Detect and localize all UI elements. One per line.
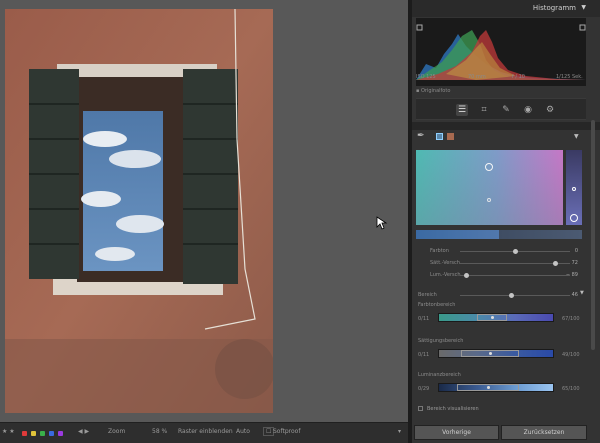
bottom-toolbar: ★ ★ ◀ ▶ Zoom 58 % Raster einblenden Auto… [0, 422, 408, 443]
range-low-value: 0/11 [418, 352, 430, 358]
range-bar[interactable] [438, 313, 554, 322]
lum-handle-small[interactable] [572, 187, 576, 191]
color-mask-menu-icon[interactable]: ▼ [574, 133, 579, 140]
range-low-value: 0/11 [418, 316, 430, 322]
toolbar-menu-icon[interactable]: ▾ [398, 428, 401, 435]
slider-track[interactable] [460, 275, 570, 276]
rating-stars[interactable]: ★ ★ [2, 428, 15, 435]
grid-value[interactable]: Auto [236, 428, 250, 435]
range-center-handle[interactable] [491, 316, 494, 319]
slider-value[interactable]: 72 [558, 260, 578, 266]
color-range-field[interactable] [416, 150, 563, 225]
color-label-swatch[interactable] [49, 431, 54, 436]
original-photo-toggle[interactable]: ▪ Originalfoto [416, 88, 450, 94]
range-center-handle[interactable] [489, 352, 492, 355]
original-photo-checkbox-icon[interactable]: ▪ [416, 88, 419, 94]
redeye-icon[interactable]: ◉ [522, 104, 534, 116]
luminance-strip[interactable] [566, 150, 582, 225]
mouse-cursor-icon [376, 216, 388, 230]
range-menu-icon[interactable]: ▼ [580, 290, 584, 296]
section-separator [412, 122, 600, 130]
visualize-label[interactable]: Bereich visualisieren [427, 406, 479, 412]
iso-value: ISO 125 [416, 74, 436, 80]
reset-button[interactable]: Zurücksetzen [501, 425, 587, 440]
aperture-value: f / 10 [512, 74, 525, 80]
color-label-swatch[interactable] [31, 431, 36, 436]
panel-scrollbar[interactable] [591, 120, 595, 350]
histogram-header[interactable]: Histogramm ▼ [412, 0, 600, 17]
color-label-swatch[interactable] [40, 431, 45, 436]
visualize-checkbox[interactable] [418, 406, 423, 411]
histogram-title: Histogramm [532, 4, 576, 12]
slider-label: Sätt.-Versch. [430, 260, 462, 266]
original-photo-label: Originalfoto [420, 88, 451, 94]
slider-knob[interactable] [552, 261, 558, 266]
focal-length-value: 70 mm [468, 74, 486, 80]
shutter-value: 1/125 Sek. [556, 74, 583, 80]
crop-icon[interactable]: ⌗ [478, 104, 490, 116]
tone-sliders-icon[interactable]: ☰ [456, 104, 468, 116]
range-title: Farbtonbereich [418, 302, 456, 308]
slider-value[interactable]: 0 [558, 248, 578, 254]
range-handle-primary[interactable] [485, 163, 493, 171]
range-high-value: 65/100 [562, 386, 580, 392]
softproof-label[interactable]: Softproof [273, 428, 300, 435]
previous-button[interactable]: Vorherige [414, 425, 499, 440]
slider-label: Lum.-Versch. [430, 272, 463, 278]
slider-label: Farbton [430, 248, 449, 254]
color-label-swatch[interactable] [58, 431, 63, 436]
collapse-triangle-icon[interactable]: ▼ [581, 4, 586, 11]
eyedropper-icon[interactable]: ✒ [417, 131, 425, 141]
nav-arrows-icon[interactable]: ◀ ▶ [78, 428, 89, 435]
color-preview-bar [416, 230, 582, 239]
slider-knob[interactable] [508, 293, 514, 298]
grid-label[interactable]: Raster einblenden [178, 428, 233, 435]
color-swatch-brown[interactable] [447, 133, 454, 140]
photo-window-shutters [5, 9, 273, 413]
slider-knob[interactable] [513, 249, 518, 254]
settings-icon[interactable]: ⚙ [544, 104, 556, 116]
range-center-handle[interactable] [487, 386, 490, 389]
color-label-swatch[interactable] [22, 431, 27, 436]
range-high-value: 67/100 [562, 316, 580, 322]
brush-icon[interactable]: ✎ [500, 104, 512, 116]
develop-panel: Histogramm ▼ ISO 125 70 mm f / 10 1/125 … [412, 0, 600, 443]
color-swatch-blue[interactable] [436, 133, 443, 140]
zoom-value: 58 % [152, 428, 168, 435]
slider-track[interactable] [460, 295, 570, 296]
zoom-label: Zoom [108, 428, 126, 435]
range-bar[interactable] [438, 383, 554, 392]
slider-label: Bereich [418, 292, 437, 298]
slider-value[interactable]: − 89 [558, 272, 578, 278]
tool-strip: ☰ ⌗ ✎ ◉ ⚙ [416, 98, 586, 120]
image-canvas[interactable] [0, 0, 408, 422]
range-low-value: 0/29 [418, 386, 430, 392]
range-bar[interactable] [438, 349, 554, 358]
range-high-value: 49/100 [562, 352, 580, 358]
slider-value[interactable]: 46 [558, 292, 578, 298]
range-title: Sättigungsbereich [418, 338, 464, 344]
range-handle-secondary[interactable] [487, 198, 491, 202]
slider-knob[interactable] [463, 273, 469, 278]
range-title: Luminanzbereich [418, 372, 461, 378]
lum-handle-large[interactable] [570, 214, 578, 222]
